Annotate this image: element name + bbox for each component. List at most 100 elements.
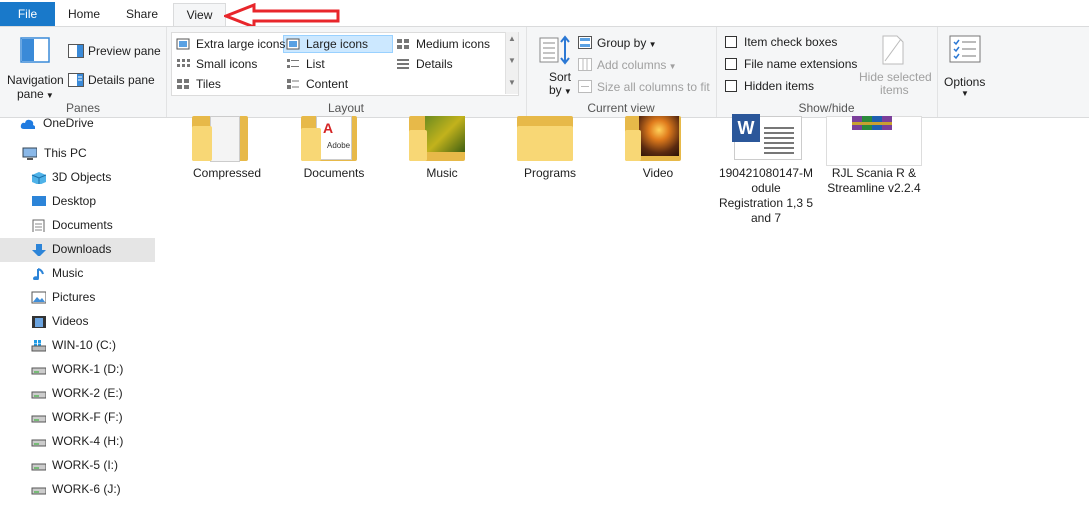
drive-icon xyxy=(31,439,46,447)
computer-icon xyxy=(22,147,37,160)
sort-by-button[interactable]: Sort by ▼ xyxy=(532,33,574,97)
layout-content[interactable]: Content xyxy=(286,76,392,92)
nav-item-drive-j[interactable]: WORK-6 (J:) xyxy=(0,478,155,502)
nav-item-desktop[interactable]: Desktop xyxy=(0,190,155,214)
layout-medium-icons[interactable]: Medium icons xyxy=(396,36,502,52)
group-panes: Navigation pane ▼ Preview pane Details p… xyxy=(0,27,167,117)
layout-extra-large-icons-label: Extra large icons xyxy=(196,37,286,51)
scroll-down-icon[interactable]: ▼ xyxy=(508,56,516,65)
options-label: Options xyxy=(944,75,986,89)
adobe-document-thumb: A Adobe xyxy=(316,116,352,160)
file-list-view: Compressed A Adobe Documents Music Progr… xyxy=(158,114,1089,515)
folder-music[interactable]: Music xyxy=(399,116,485,188)
tab-share[interactable]: Share xyxy=(120,3,164,26)
nav-item-music[interactable]: Music xyxy=(0,262,155,286)
tab-view[interactable]: View xyxy=(173,3,226,27)
layout-small-icons[interactable]: Small icons xyxy=(176,56,282,72)
file-label-line-3: Registration 1,3 5 xyxy=(718,196,814,210)
hide-selected-items-button: Hide selected items xyxy=(856,33,932,97)
navigation-pane-label-2: pane ▼ xyxy=(17,87,54,101)
tab-home[interactable]: Home xyxy=(62,3,106,26)
folder-front xyxy=(517,126,573,161)
nav-label: WORK-2 (E:) xyxy=(52,386,123,400)
nav-label: WORK-F (F:) xyxy=(52,410,123,424)
navigation-pane-button[interactable]: Navigation pane ▼ xyxy=(3,31,64,101)
ribbon-tab-bar: File Home Share View xyxy=(0,0,1089,27)
folder-documents[interactable]: A Adobe Documents xyxy=(291,116,377,188)
cloud-icon xyxy=(20,119,35,129)
folder-front xyxy=(409,130,427,161)
hide-selected-icon xyxy=(882,35,904,65)
drive-icon xyxy=(31,391,46,399)
preview-pane-button[interactable]: Preview pane xyxy=(66,42,162,60)
folder-programs[interactable]: Programs xyxy=(507,116,593,188)
nav-item-drive-i[interactable]: WORK-5 (I:) xyxy=(0,454,155,478)
nav-item-drive-d[interactable]: WORK-1 (D:) xyxy=(0,358,155,382)
layout-extra-large-icons[interactable]: Extra large icons xyxy=(176,36,286,52)
layout-gallery-scrollbar[interactable]: ▲ ▼ ▼ xyxy=(505,32,518,94)
folder-compressed[interactable]: Compressed xyxy=(184,116,270,188)
layout-large-icons[interactable]: Large icons xyxy=(286,36,392,52)
drive-icon xyxy=(31,367,46,375)
hidden-items-checkbox[interactable] xyxy=(725,80,737,92)
document-icon xyxy=(32,219,45,232)
adobe-text: Adobe xyxy=(327,141,351,150)
gallery-expand-icon[interactable]: ▼ xyxy=(508,78,516,87)
file-word-document[interactable]: W 190421080147-M odule Registration 1,3 … xyxy=(716,114,816,228)
desktop-icon xyxy=(32,196,46,206)
details-pane-icon xyxy=(68,73,84,87)
layout-tiles[interactable]: Tiles xyxy=(176,76,282,92)
folder-front xyxy=(301,128,321,161)
nav-item-3d-objects[interactable]: 3D Objects xyxy=(0,166,155,190)
nav-label: Downloads xyxy=(52,242,112,256)
tab-file[interactable]: File xyxy=(0,2,55,26)
chevron-down-icon: ▼ xyxy=(666,62,677,71)
drive-icon xyxy=(31,463,46,471)
navigation-pane-icon xyxy=(20,37,50,63)
group-label-current-view: Current view xyxy=(587,101,655,115)
file-label-line-2: odule xyxy=(751,181,781,195)
nav-item-documents[interactable]: Documents xyxy=(0,214,155,238)
nav-item-videos[interactable]: Videos xyxy=(0,310,155,334)
layout-medium-icons-label: Medium icons xyxy=(416,37,491,51)
details-pane-label: Details pane xyxy=(88,73,155,87)
nav-label: WORK-5 (I:) xyxy=(52,458,118,472)
nav-item-drive-h[interactable]: WORK-4 (H:) xyxy=(0,430,155,454)
navigation-pane-label-1: Navigation xyxy=(7,73,64,87)
nav-label: WORK-6 (J:) xyxy=(52,482,121,496)
group-label-layout: Layout xyxy=(327,101,365,115)
file-name-extensions-checkbox[interactable] xyxy=(725,58,737,70)
layout-list[interactable]: List xyxy=(286,56,392,72)
details-pane-button[interactable]: Details pane xyxy=(66,71,162,89)
group-by-label: Group by ▼ xyxy=(597,36,657,50)
nav-item-drive-f[interactable]: WORK-F (F:) xyxy=(0,406,155,430)
winrar-archive-icon xyxy=(852,116,892,130)
item-check-boxes-checkbox[interactable] xyxy=(725,36,737,48)
navigation-pane: OneDrive This PC 3D Objects Desktop Docu… xyxy=(0,116,159,515)
size-columns-icon xyxy=(578,80,592,93)
layout-details[interactable]: Details xyxy=(396,56,502,72)
group-by-button[interactable]: Group by ▼ xyxy=(578,34,708,52)
file-label: Documents xyxy=(303,166,365,180)
file-label-line-1: RJL Scania R & xyxy=(831,166,917,180)
file-label-line-1: 190421080147-M xyxy=(718,166,814,180)
nav-item-pictures[interactable]: Pictures xyxy=(0,286,155,310)
folder-video[interactable]: Video xyxy=(615,116,701,188)
ribbon-view: Navigation pane ▼ Preview pane Details p… xyxy=(0,26,1089,118)
nav-item-onedrive[interactable]: OneDrive xyxy=(0,112,155,136)
layout-tiles-label: Tiles xyxy=(196,77,221,91)
nav-label: Videos xyxy=(52,314,89,328)
options-button[interactable]: Options ▼ xyxy=(940,33,992,98)
drive-icon xyxy=(31,487,46,495)
nav-label: This PC xyxy=(44,146,87,160)
nav-label: Music xyxy=(52,266,84,280)
nav-item-drive-c[interactable]: WIN-10 (C:) xyxy=(0,334,155,358)
file-rjl-scania[interactable]: RJL Scania R & Streamline v2.2.4 xyxy=(824,116,924,198)
layout-small-icons-label: Small icons xyxy=(196,57,258,71)
nav-item-this-pc[interactable]: This PC xyxy=(0,142,155,166)
layout-content-label: Content xyxy=(306,77,349,91)
nav-item-drive-e[interactable]: WORK-2 (E:) xyxy=(0,382,155,406)
scroll-up-icon[interactable]: ▲ xyxy=(508,34,516,43)
file-label-line-2: Streamline v2.2.4 xyxy=(827,181,921,195)
nav-item-downloads[interactable]: Downloads xyxy=(0,238,155,262)
